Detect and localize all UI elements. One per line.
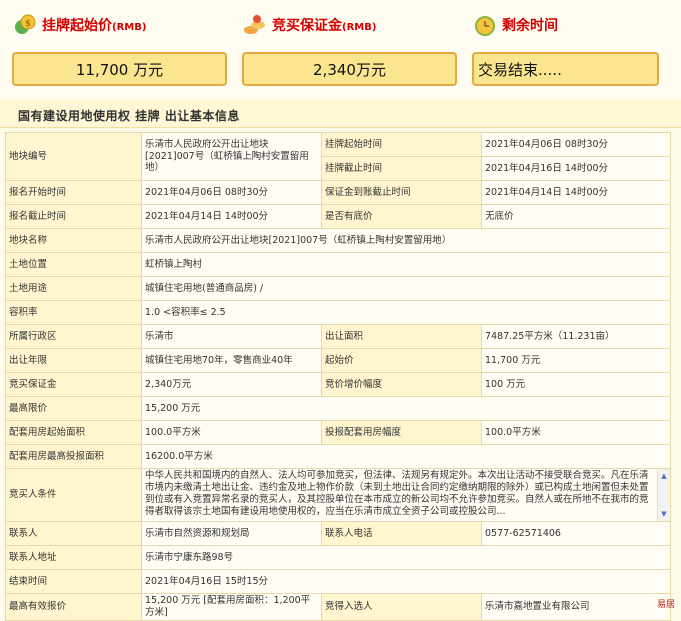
- bidder-conditions-cell: 中华人民共和国境内的自然人、法人均可参加竞买，但法律、法规另有规定外。本次出让活…: [141, 468, 671, 522]
- value-term: 城镇住宅用地70年，零售商业40年: [141, 348, 322, 373]
- start-price-title: 挂牌起始价(RMB): [42, 18, 147, 34]
- label-contact: 联系人: [5, 521, 142, 546]
- value-deposit: 2,340万元: [141, 372, 322, 397]
- label-housing-increment: 投报配套用房幅度: [321, 420, 482, 445]
- value-plot-ratio: 1.0 <容积率≤ 2.5: [141, 300, 671, 325]
- watermark: 易居: [656, 600, 675, 610]
- value-end-time: 2021年04月16日 15时15分: [141, 569, 671, 594]
- value-contact-address: 乐清市宁康东路98号: [141, 545, 671, 570]
- start-price-value: 11,700 万元: [12, 52, 227, 86]
- value-winner: 乐清市嘉地置业有限公司: [481, 593, 671, 621]
- value-registration-end: 2021年04月14日 14时00分: [141, 204, 322, 229]
- label-registration-end: 报名截止时间: [5, 204, 142, 229]
- label-max-price: 最高限价: [5, 396, 142, 421]
- label-land-use: 土地用途: [5, 276, 142, 301]
- table-row: 地块编号 乐清市人民政府公开出让地块[2021]007号（虹桥镇上陶村安置留用地…: [5, 132, 671, 181]
- time-left-card: 剩余时间 交易结束.....: [472, 8, 659, 86]
- label-deposit-deadline: 保证金到账截止时间: [321, 180, 482, 205]
- label-reserve-price: 是否有底价: [321, 204, 482, 229]
- value-district: 乐清市: [141, 324, 322, 349]
- value-area: 7487.25平方米（11.231亩）: [481, 324, 671, 349]
- label-term: 出让年限: [5, 348, 142, 373]
- time-left-title: 剩余时间: [502, 18, 558, 34]
- table-row: 地块名称 乐清市人民政府公开出让地块[2021]007号（虹桥镇上陶村安置留用地）: [5, 228, 671, 253]
- label-housing-start-area: 配套用房起始面积: [5, 420, 142, 445]
- label-contact-phone: 联系人电话: [321, 521, 482, 546]
- value-listing-end: 2021年04月16日 14时00分: [481, 156, 671, 181]
- value-max-price: 15,200 万元: [141, 396, 671, 421]
- value-plot-name: 乐清市人民政府公开出让地块[2021]007号（虹桥镇上陶村安置留用地）: [141, 228, 671, 253]
- value-deposit-deadline: 2021年04月14日 14时00分: [481, 180, 671, 205]
- label-deposit: 竞买保证金: [5, 372, 142, 397]
- value-bid-increment: 100 万元: [481, 372, 671, 397]
- label-plot-ratio: 容积率: [5, 300, 142, 325]
- value-location: 虹桥镇上陶村: [141, 252, 671, 277]
- scroll-up-icon[interactable]: ▲: [659, 471, 669, 481]
- value-bidder-conditions[interactable]: 中华人民共和国境内的自然人、法人均可参加竞买，但法律、法规另有规定外。本次出让活…: [143, 470, 670, 521]
- value-housing-start-area: 100.0平方米: [141, 420, 322, 445]
- table-row: 土地位置 虹桥镇上陶村: [5, 252, 671, 277]
- value-start-price: 11,700 万元: [481, 348, 671, 373]
- value-reserve-price: 无底价: [481, 204, 671, 229]
- label-bid-increment: 竞价增价幅度: [321, 372, 482, 397]
- table-row: 出让年限 城镇住宅用地70年，零售商业40年 起始价 11,700 万元: [5, 348, 671, 373]
- deposit-card: 竞买保证金(RMB) 2,340万元: [242, 8, 457, 86]
- value-highest-bid: 15,200 万元 [配套用房面积：1,200平方米]: [141, 593, 322, 621]
- label-district: 所属行政区: [5, 324, 142, 349]
- label-plot-name: 地块名称: [5, 228, 142, 253]
- table-row: 容积率 1.0 <容积率≤ 2.5: [5, 300, 671, 325]
- label-highest-bid: 最高有效报价: [5, 593, 142, 621]
- table-row: 报名开始时间 2021年04月06日 08时30分 保证金到账截止时间 2021…: [5, 180, 671, 205]
- deposit-title: 竞买保证金(RMB): [272, 18, 377, 34]
- section-title: 国有建设用地使用权 挂牌 出让基本信息: [18, 109, 240, 123]
- alarm-clock-icon: [472, 12, 498, 38]
- table-row: 最高限价 15,200 万元: [5, 396, 671, 421]
- label-start-price: 起始价: [321, 348, 482, 373]
- deposit-value: 2,340万元: [242, 52, 457, 86]
- value-registration-start: 2021年04月06日 08时30分: [141, 180, 322, 205]
- value-plot-number: 乐清市人民政府公开出让地块[2021]007号（虹桥镇上陶村安置留用地）: [141, 132, 322, 181]
- label-plot-number: 地块编号: [5, 132, 142, 181]
- conditions-scrollbar[interactable]: ▲ ▼: [657, 469, 670, 521]
- table-row: 竞买人条件 中华人民共和国境内的自然人、法人均可参加竞买，但法律、法规另有规定外…: [5, 468, 671, 522]
- value-housing-max-area: 16200.0平方米: [141, 444, 671, 469]
- value-housing-increment: 100.0平方米: [481, 420, 671, 445]
- label-end-time: 结束时间: [5, 569, 142, 594]
- label-winner: 竞得入选人: [321, 593, 482, 621]
- svg-text:$: $: [25, 19, 31, 29]
- value-contact-phone: 0577-62571406: [481, 521, 671, 546]
- table-row: 联系人地址 乐清市宁康东路98号: [5, 545, 671, 570]
- label-registration-start: 报名开始时间: [5, 180, 142, 205]
- table-row: 竞买保证金 2,340万元 竞价增价幅度 100 万元: [5, 372, 671, 397]
- summary-bar: $ 挂牌起始价(RMB) 11,700 万元 竞买保证金(RMB) 2,340万…: [0, 0, 681, 96]
- label-listing-start: 挂牌起始时间: [321, 132, 482, 157]
- label-housing-max-area: 配套用房最高投报面积: [5, 444, 142, 469]
- table-row: 报名截止时间 2021年04月14日 14时00分 是否有底价 无底价: [5, 204, 671, 229]
- value-contact: 乐清市自然资源和规划局: [141, 521, 322, 546]
- value-land-use: 城镇住宅用地(普通商品房) /: [141, 276, 671, 301]
- start-price-card: $ 挂牌起始价(RMB) 11,700 万元: [12, 8, 227, 86]
- time-left-value: 交易结束.....: [472, 52, 659, 86]
- table-row: 联系人 乐清市自然资源和规划局 联系人电话 0577-62571406: [5, 521, 671, 546]
- coins-icon: [242, 12, 268, 38]
- label-listing-end: 挂牌截止时间: [321, 156, 482, 181]
- info-table: 地块编号 乐清市人民政府公开出让地块[2021]007号（虹桥镇上陶村安置留用地…: [5, 132, 671, 621]
- table-row: 结束时间 2021年04月16日 15时15分: [5, 569, 671, 594]
- label-bidder-conditions: 竞买人条件: [5, 468, 142, 522]
- table-row: 配套用房起始面积 100.0平方米 投报配套用房幅度 100.0平方米: [5, 420, 671, 445]
- table-row: 最高有效报价 15,200 万元 [配套用房面积：1,200平方米] 竞得入选人…: [5, 593, 671, 621]
- table-row: 土地用途 城镇住宅用地(普通商品房) /: [5, 276, 671, 301]
- money-icon: $: [12, 12, 38, 38]
- scroll-down-icon[interactable]: ▼: [659, 509, 669, 519]
- table-row: 配套用房最高投报面积 16200.0平方米: [5, 444, 671, 469]
- label-location: 土地位置: [5, 252, 142, 277]
- label-area: 出让面积: [321, 324, 482, 349]
- section-header: 国有建设用地使用权 挂牌 出让基本信息: [0, 100, 681, 128]
- value-listing-start: 2021年04月06日 08时30分: [481, 132, 671, 157]
- label-contact-address: 联系人地址: [5, 545, 142, 570]
- table-row: 所属行政区 乐清市 出让面积 7487.25平方米（11.231亩）: [5, 324, 671, 349]
